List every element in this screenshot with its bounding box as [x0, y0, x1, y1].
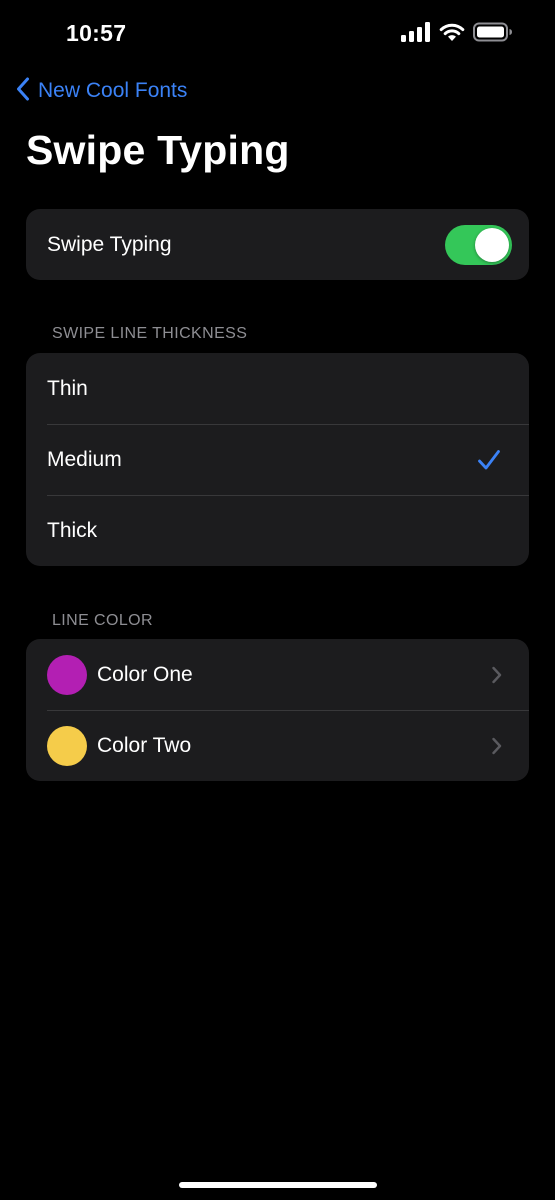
swipe-typing-label: Swipe Typing — [47, 232, 172, 256]
toggle-knob — [475, 227, 509, 262]
line-color-group: Color One Color Two — [26, 639, 529, 781]
status-icons — [401, 21, 513, 47]
back-button-label: New Cool Fonts — [38, 79, 188, 102]
wifi-icon — [439, 22, 465, 47]
color-label: Color Two — [97, 733, 192, 757]
thickness-group: Thin Medium Thick — [26, 353, 529, 566]
color-one-row[interactable]: Color One — [26, 639, 529, 710]
color-two-row[interactable]: Color Two — [26, 710, 529, 781]
page-title: Swipe Typing — [26, 127, 290, 173]
back-button[interactable]: New Cool Fonts — [16, 74, 187, 108]
swipe-typing-group: Swipe Typing — [26, 209, 529, 280]
status-time: 10:57 — [66, 20, 127, 46]
checkmark-icon — [477, 448, 501, 472]
swipe-typing-toggle[interactable] — [445, 224, 512, 265]
thickness-option-thick[interactable]: Thick — [26, 495, 529, 566]
chevron-right-icon — [492, 737, 502, 754]
chevron-left-icon — [16, 77, 30, 106]
section-header-thickness: SWIPE LINE THICKNESS — [52, 325, 248, 342]
section-header-line-color: LINE COLOR — [52, 612, 153, 629]
option-label: Medium — [47, 447, 122, 471]
home-indicator[interactable] — [179, 1182, 377, 1188]
battery-icon — [473, 22, 513, 47]
color-label: Color One — [97, 662, 193, 686]
thickness-option-thin[interactable]: Thin — [26, 353, 529, 424]
cellular-signal-icon — [401, 21, 431, 47]
chevron-right-icon — [492, 666, 502, 683]
status-bar: 10:57 — [0, 0, 555, 66]
color-swatch — [47, 725, 87, 766]
thickness-option-medium[interactable]: Medium — [26, 424, 529, 495]
color-swatch — [47, 654, 87, 695]
option-label: Thick — [47, 518, 98, 542]
option-label: Thin — [47, 376, 88, 400]
swipe-typing-row: Swipe Typing — [26, 209, 529, 280]
